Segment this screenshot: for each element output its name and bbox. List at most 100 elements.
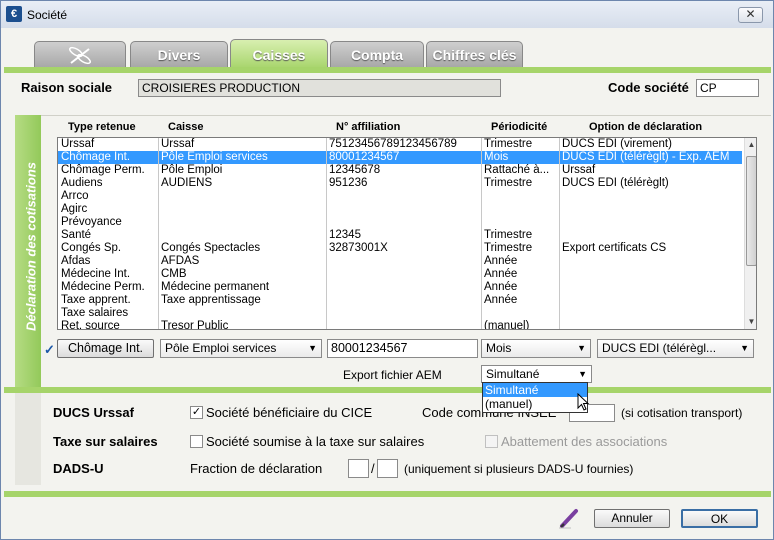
column-header-caisse: Caisse bbox=[168, 121, 204, 133]
table-row[interactable]: Urssaf Urssaf 75123456789123456789 Trimestr… bbox=[58, 138, 742, 151]
table-row[interactable]: Santé 12345 Trimestre bbox=[58, 229, 742, 242]
close-icon: ✕ bbox=[745, 7, 756, 21]
code-societe-field[interactable]: CP bbox=[696, 79, 759, 97]
table-cell: AUDIENS bbox=[161, 177, 213, 189]
column-divider bbox=[559, 138, 560, 329]
mouse-cursor-icon bbox=[577, 393, 590, 411]
tab-caisses[interactable]: Caisses bbox=[230, 39, 328, 69]
table-cell: Année bbox=[484, 294, 518, 306]
table-row[interactable]: Audiens AUDIENS 951236 Trimestre DUCS EDI (t… bbox=[58, 177, 742, 190]
tab-general[interactable] bbox=[34, 41, 126, 67]
affiliation-input[interactable]: 80001234567 bbox=[327, 339, 478, 358]
chevron-down-icon: ▼ bbox=[740, 343, 749, 353]
table-row[interactable]: Taxe salaires bbox=[58, 307, 742, 320]
table-row[interactable]: Agirc bbox=[58, 203, 742, 216]
table-cell: Année bbox=[484, 255, 518, 267]
tab-divers[interactable]: Divers bbox=[130, 41, 228, 67]
caisse-select[interactable]: Pôle Emploi services ▼ bbox=[160, 339, 322, 358]
table-cell: Congés Spectacles bbox=[161, 242, 261, 254]
option-select[interactable]: DUCS EDI (télérègl... ▼ bbox=[597, 339, 754, 358]
table-cell: Export certificats CS bbox=[562, 242, 667, 254]
table-cell: Trimestre bbox=[484, 229, 533, 241]
abattement-checkbox bbox=[485, 435, 498, 448]
dadsu-label: DADS-U bbox=[53, 461, 104, 476]
tab-compta[interactable]: Compta bbox=[330, 41, 424, 67]
chevron-down-icon: ▼ bbox=[308, 343, 317, 353]
table-cell: Chômage Perm. bbox=[61, 164, 145, 176]
scroll-down-icon[interactable]: ▼ bbox=[745, 315, 756, 329]
table-row[interactable]: Chômage Perm. Pôle Emploi 12345678 Rattaché… bbox=[58, 164, 742, 177]
table-row[interactable]: Médecine Int. CMB Année bbox=[58, 268, 742, 281]
cancel-button[interactable]: Annuler bbox=[594, 509, 670, 528]
table-cell: Taxe apprent. bbox=[61, 294, 131, 306]
fraction-numerator-input[interactable] bbox=[348, 459, 369, 478]
fraction-separator: / bbox=[371, 461, 375, 476]
table-cell: 75123456789123456789 bbox=[329, 138, 457, 150]
periodicite-select-value: Mois bbox=[486, 341, 512, 355]
taxe-salaires-check-label: Société soumise à la taxe sur salaires bbox=[206, 434, 425, 449]
table-cell: Ret. source bbox=[61, 320, 120, 330]
table-cell: Tresor Public bbox=[161, 320, 229, 330]
fraction-denominator-input[interactable] bbox=[377, 459, 398, 478]
table-row[interactable]: Prévoyance bbox=[58, 216, 742, 229]
dropdown-option[interactable]: Simultané bbox=[483, 383, 587, 397]
window-title: Société bbox=[27, 8, 68, 22]
export-aem-label: Export fichier AEM bbox=[343, 368, 442, 382]
table-cell: Médecine permanent bbox=[161, 281, 270, 293]
table-row[interactable]: Chômage Int. Pôle Emploi services 80001234… bbox=[58, 151, 742, 164]
table-cell: Audiens bbox=[61, 177, 103, 189]
table-cell: Taxe apprentissage bbox=[161, 294, 261, 306]
chevron-down-icon: ▼ bbox=[577, 343, 586, 353]
row-check-icon: ✓ bbox=[44, 342, 55, 357]
table-cell: 32873001X bbox=[329, 242, 388, 254]
options-section-band bbox=[15, 393, 41, 485]
raison-sociale-field[interactable]: CROISIERES PRODUCTION bbox=[138, 79, 501, 97]
table-cell: DUCS EDI (télérèglt) bbox=[562, 177, 669, 189]
fraction-label: Fraction de déclaration bbox=[190, 461, 323, 476]
table-row[interactable]: Arrco bbox=[58, 190, 742, 203]
scrollbar-thumb[interactable] bbox=[746, 156, 756, 266]
cotisations-table[interactable]: Urssaf Urssaf 75123456789123456789 Trimestr… bbox=[57, 137, 757, 330]
table-scrollbar[interactable]: ▲ ▼ bbox=[744, 138, 756, 329]
table-cell: Chômage Int. bbox=[61, 151, 131, 163]
table-row[interactable]: Ret. source Tresor Public (manuel) bbox=[58, 320, 742, 330]
export-aem-dropdown[interactable]: Simultané (manuel) bbox=[482, 382, 588, 413]
tab-chiffres-cles[interactable]: Chiffres clés bbox=[426, 41, 523, 67]
chevron-down-icon: ▼ bbox=[578, 369, 587, 379]
table-row[interactable]: Taxe apprent. Taxe apprentissage Année bbox=[58, 294, 742, 307]
table-row[interactable]: Afdas AFDAS Année bbox=[58, 255, 742, 268]
type-retenue-button[interactable]: Chômage Int. bbox=[57, 339, 154, 358]
table-cell: Médecine Int. bbox=[61, 268, 131, 280]
table-cell: Mois bbox=[484, 151, 509, 163]
table-cell: Urssaf bbox=[161, 138, 195, 150]
table-cell: Rattaché à... bbox=[484, 164, 550, 176]
close-button[interactable]: ✕ bbox=[738, 7, 763, 23]
table-cell: 80001234567 bbox=[329, 151, 400, 163]
table-cell: Année bbox=[484, 268, 518, 280]
window: € Société ✕ Divers Caisses Compta Chiffr… bbox=[0, 0, 774, 540]
table-row[interactable]: Médecine Perm. Médecine permanent Année bbox=[58, 281, 742, 294]
table-row[interactable]: Congés Sp. Congés Spectacles 32873001X Trim… bbox=[58, 242, 742, 255]
table-cell: Taxe salaires bbox=[61, 307, 129, 319]
dropdown-option[interactable]: (manuel) bbox=[483, 397, 587, 411]
table-cell: Agirc bbox=[61, 203, 88, 215]
export-aem-select[interactable]: Simultané ▼ bbox=[481, 365, 592, 383]
raison-sociale-label: Raison sociale bbox=[21, 80, 113, 95]
edit-pencil-icon[interactable] bbox=[557, 506, 581, 530]
cice-checkbox[interactable]: ✓ bbox=[190, 406, 203, 419]
column-divider bbox=[326, 138, 327, 329]
scroll-up-icon[interactable]: ▲ bbox=[745, 138, 756, 152]
table-cell: Arrco bbox=[61, 190, 89, 202]
abattement-label: Abattement des associations bbox=[501, 434, 668, 449]
ok-button[interactable]: OK bbox=[681, 509, 758, 528]
taxe-salaires-checkbox[interactable] bbox=[190, 435, 203, 448]
periodicite-select[interactable]: Mois ▼ bbox=[481, 339, 591, 358]
dragonfly-icon bbox=[69, 46, 91, 65]
table-cell: DUCS EDI (télérèglt) - Exp. AEM bbox=[562, 151, 730, 163]
export-aem-select-value: Simultané bbox=[486, 367, 540, 381]
table-cell: Médecine Perm. bbox=[61, 281, 145, 293]
title-bar: € Société ✕ bbox=[1, 1, 773, 28]
table-cell: CMB bbox=[161, 268, 187, 280]
table-cell: Urssaf bbox=[562, 164, 596, 176]
table-cell: Pôle Emploi services bbox=[161, 151, 268, 163]
